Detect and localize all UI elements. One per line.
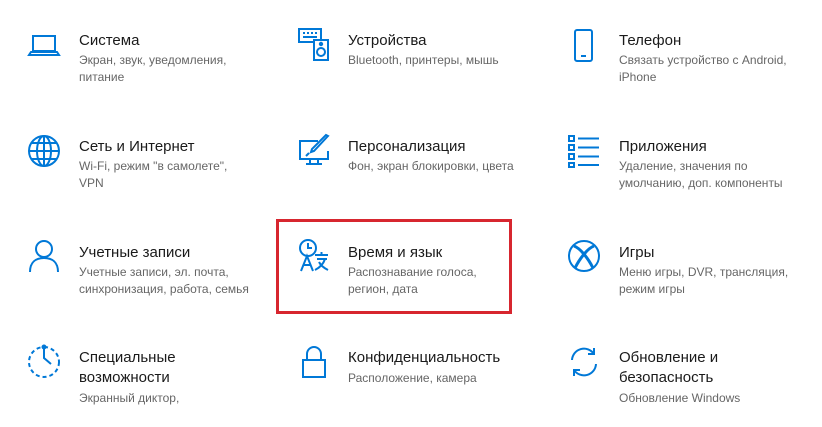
tile-apps-title: Приложения — [619, 138, 707, 155]
tile-update-security-desc: Обновление Windows — [619, 391, 741, 405]
tile-network-desc: Wi-Fi, режим "в самолете", VPN — [79, 159, 228, 190]
tile-privacy-title: Конфиденциальность — [348, 349, 501, 366]
tile-phone-title: Телефон — [619, 32, 682, 49]
sync-icon — [566, 344, 602, 380]
tile-gaming-title: Игры — [619, 244, 655, 261]
lock-icon — [296, 344, 332, 380]
tile-update-security-title: Обновление и безопасность — [619, 349, 719, 386]
xbox-icon — [566, 238, 602, 274]
phone-icon — [566, 27, 602, 63]
tile-personalization-title: Персонализация — [348, 138, 466, 155]
tile-system-desc: Экран, звук, уведомления, питание — [79, 53, 227, 84]
person-icon — [26, 238, 62, 274]
keyboard-speaker-icon — [296, 26, 332, 62]
selection-highlight-frame — [276, 219, 512, 314]
tile-network-title: Сеть и Интернет — [79, 138, 195, 155]
paintbrush-monitor-icon — [296, 133, 332, 169]
laptop-icon — [26, 28, 62, 64]
accessibility-icon — [26, 344, 62, 380]
tile-devices-desc: Bluetooth, принтеры, мышь — [348, 53, 499, 67]
tile-accounts-title: Учетные записи — [79, 244, 191, 261]
tile-accessibility-title: Специальные возможности — [79, 349, 176, 386]
tile-phone-desc: Связать устройство с Android, iPhone — [619, 53, 787, 84]
tile-personalization-desc: Фон, экран блокировки, цвета — [348, 159, 514, 173]
tile-accessibility-desc: Экранный диктор, — [79, 391, 180, 405]
tile-privacy-desc: Расположение, камера — [348, 371, 477, 385]
tile-devices-title: Устройства — [348, 32, 427, 49]
tile-system-title: Система — [79, 32, 140, 49]
tile-gaming-desc: Меню игры, DVR, трансляция, режим игры — [619, 265, 789, 296]
tile-apps-desc: Удаление, значения по умолчанию, доп. ко… — [619, 159, 783, 190]
tile-accounts-desc: Учетные записи, эл. почта, синхронизация… — [79, 265, 249, 296]
apps-list-icon — [566, 133, 602, 169]
globe-icon — [26, 133, 62, 169]
